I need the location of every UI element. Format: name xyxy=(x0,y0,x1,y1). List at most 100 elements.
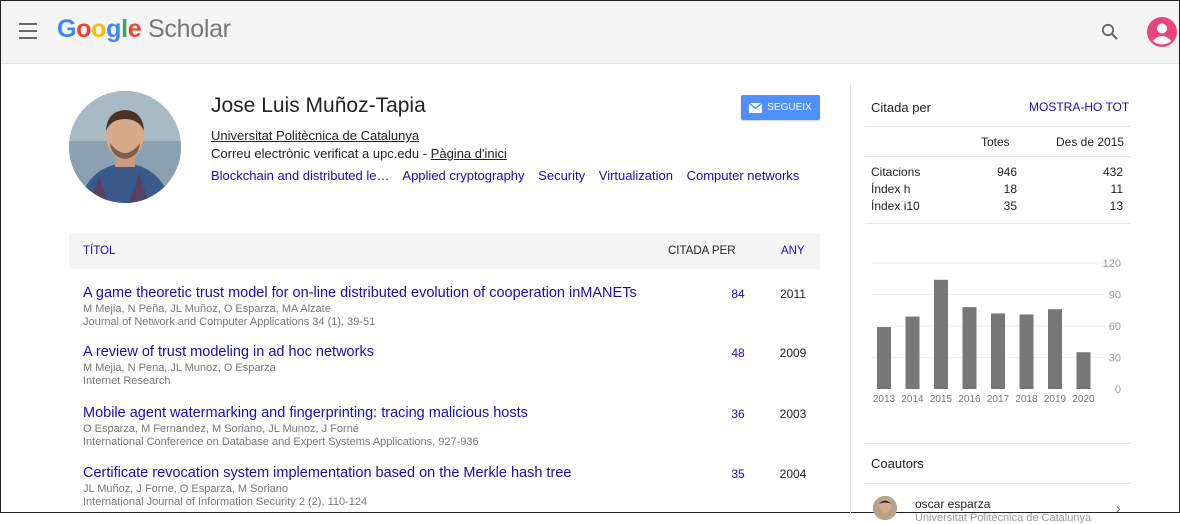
publication-year: 2009 xyxy=(779,346,807,360)
y-tick-label: 30 xyxy=(1109,353,1121,365)
stat-value-all: 35 xyxy=(1003,199,1017,213)
account-avatar-icon[interactable] xyxy=(1147,17,1177,47)
coauthor-item[interactable]: oscar esparza Universitat Politècnica de… xyxy=(865,488,1131,524)
publication-venue: International Conference on Database and… xyxy=(83,436,479,448)
y-tick-label: 120 xyxy=(1103,258,1121,270)
stat-row: Índex h 18 11 xyxy=(871,182,1123,198)
interest-link[interactable]: Virtualization xyxy=(599,168,673,183)
stat-label-link[interactable]: Índex h xyxy=(871,182,910,196)
publication-title-link[interactable]: Mobile agent watermarking and fingerprin… xyxy=(83,405,820,421)
publication-title-link[interactable]: Certificate revocation system implementa… xyxy=(83,465,820,481)
x-tick-label: 2013 xyxy=(873,394,896,405)
chart-bar[interactable] xyxy=(905,316,920,389)
coauthor-photo xyxy=(873,496,897,520)
search-icon[interactable] xyxy=(1101,23,1119,41)
publication-year: 2004 xyxy=(779,467,807,481)
chart-bar[interactable] xyxy=(1019,314,1034,389)
google-scholar-logo[interactable]: Google Scholar xyxy=(57,15,231,44)
coauthor-name: oscar esparza xyxy=(915,497,991,511)
stat-value-all: 946 xyxy=(996,165,1017,179)
divider xyxy=(865,156,1131,157)
publication-venue: International Journal of Information Sec… xyxy=(83,496,368,508)
x-tick-label: 2017 xyxy=(987,394,1010,405)
publication-row: Certificate revocation system implementa… xyxy=(83,465,820,509)
col-header-all: Totes xyxy=(981,135,1010,149)
publications-table-header: TÍTOL CITADA PER ANY xyxy=(69,233,820,269)
stat-label-link[interactable]: Índex i10 xyxy=(871,199,920,213)
stat-value-all: 18 xyxy=(1003,182,1017,196)
logo-letter: g xyxy=(106,15,122,43)
publication-title-link[interactable]: A review of trust modeling in ad hoc net… xyxy=(83,344,820,360)
interest-link[interactable]: Security xyxy=(538,168,585,183)
publication-row: A review of trust modeling in ad hoc net… xyxy=(83,344,820,388)
publication-venue: Journal of Network and Computer Applicat… xyxy=(83,316,376,328)
publication-row: Mobile agent watermarking and fingerprin… xyxy=(83,405,820,449)
stat-row: Citacions 946 432 xyxy=(871,165,1123,181)
cited-by-title: Citada per xyxy=(871,100,931,115)
logo-letter: o xyxy=(91,15,107,43)
follow-button[interactable]: SEGUEIX xyxy=(741,95,820,120)
publication-title-link[interactable]: A game theoretic trust model for on-line… xyxy=(83,285,820,301)
stat-label-link[interactable]: Citacions xyxy=(871,165,920,179)
follow-button-label: SEGUEIX xyxy=(767,102,812,113)
logo-letter: l xyxy=(121,15,128,43)
publication-authors: O Esparza, M Fernandez, M Soriano, JL Mu… xyxy=(83,423,359,435)
chart-bar[interactable] xyxy=(962,307,977,389)
homepage-link[interactable]: Pàgina d'inici xyxy=(431,146,507,161)
chevron-right-icon: › xyxy=(1116,500,1121,516)
mail-icon xyxy=(749,102,763,113)
divider xyxy=(865,443,1131,444)
publication-authors: M Mejia, N Peña, JL Muñoz, O Esparza, MA… xyxy=(83,303,331,315)
show-all-link[interactable]: MOSTRA-HO TOT xyxy=(1029,100,1129,114)
profile-email-line: Correu electrònic verificat a upc.edu - … xyxy=(211,146,507,161)
x-tick-label: 2018 xyxy=(1015,394,1038,405)
logo-letter: G xyxy=(57,15,77,43)
logo-letter: e xyxy=(127,15,142,43)
top-bar: Google Scholar xyxy=(1,1,1179,64)
publication-citation-count[interactable]: 48 xyxy=(723,346,753,360)
x-tick-label: 2014 xyxy=(901,394,924,405)
col-header-since: Des de 2015 xyxy=(1056,135,1125,149)
sort-by-cited-header[interactable]: CITADA PER xyxy=(668,245,736,257)
sort-by-year-header[interactable]: ANY xyxy=(781,245,805,257)
chart-bar[interactable] xyxy=(934,279,948,389)
stat-value-since: 432 xyxy=(1102,165,1123,179)
stat-row: Índex i10 35 13 xyxy=(871,199,1123,215)
logo-google-text: Google xyxy=(57,15,142,43)
x-tick-label: 2019 xyxy=(1044,394,1067,405)
chart-bar[interactable] xyxy=(877,327,891,389)
x-tick-label: 2015 xyxy=(930,394,953,405)
interest-link[interactable]: Computer networks xyxy=(687,168,800,183)
citations-panel: Citada per MOSTRA-HO TOT Totes Des de 20… xyxy=(850,83,1131,524)
chart-bar[interactable] xyxy=(1048,309,1062,389)
publication-citation-count[interactable]: 35 xyxy=(723,467,753,481)
divider xyxy=(865,223,1131,224)
verified-email-text: Correu electrònic verificat a upc.edu xyxy=(211,146,420,161)
interest-link[interactable]: Applied cryptography xyxy=(402,168,524,183)
citations-per-year-chart: 120 90 60 30 0 2013 2014 2015 2016 2017 2018 2019 20… xyxy=(871,258,1121,405)
stat-value-since: 13 xyxy=(1109,199,1123,213)
y-tick-label: 60 xyxy=(1109,321,1121,333)
publication-citation-count[interactable]: 84 xyxy=(723,287,753,301)
x-tick-label: 2020 xyxy=(1072,394,1095,405)
publication-citation-count[interactable]: 36 xyxy=(723,407,753,421)
chart-bar[interactable] xyxy=(991,313,1005,389)
profile-affiliation-link[interactable]: Universitat Politècnica de Catalunya xyxy=(211,128,419,143)
publication-authors: JL Muñoz, J Forne, O Esparza, M Soriano xyxy=(83,483,289,495)
stat-value-since: 11 xyxy=(1110,182,1123,196)
x-tick-label: 2016 xyxy=(958,394,981,405)
profile-name: Jose Luis Muñoz-Tapia xyxy=(211,94,426,117)
publication-row: A game theoretic trust model for on-line… xyxy=(83,285,820,329)
publication-venue: Internet Research xyxy=(83,375,171,387)
interest-link[interactable]: Blockchain and distributed le… xyxy=(211,168,390,183)
hamburger-menu-icon[interactable] xyxy=(19,23,37,39)
chart-bar[interactable] xyxy=(1076,352,1091,389)
profile-photo xyxy=(69,91,181,203)
coauthors-title: Coautors xyxy=(871,456,924,471)
divider xyxy=(865,126,1131,127)
y-tick-label: 0 xyxy=(1115,384,1121,396)
sort-by-title-header[interactable]: TÍTOL xyxy=(83,245,115,257)
logo-letter: o xyxy=(76,15,92,43)
coauthor-affiliation: Universitat Politècnica de Catalunya xyxy=(915,512,1092,524)
divider xyxy=(865,483,1131,484)
